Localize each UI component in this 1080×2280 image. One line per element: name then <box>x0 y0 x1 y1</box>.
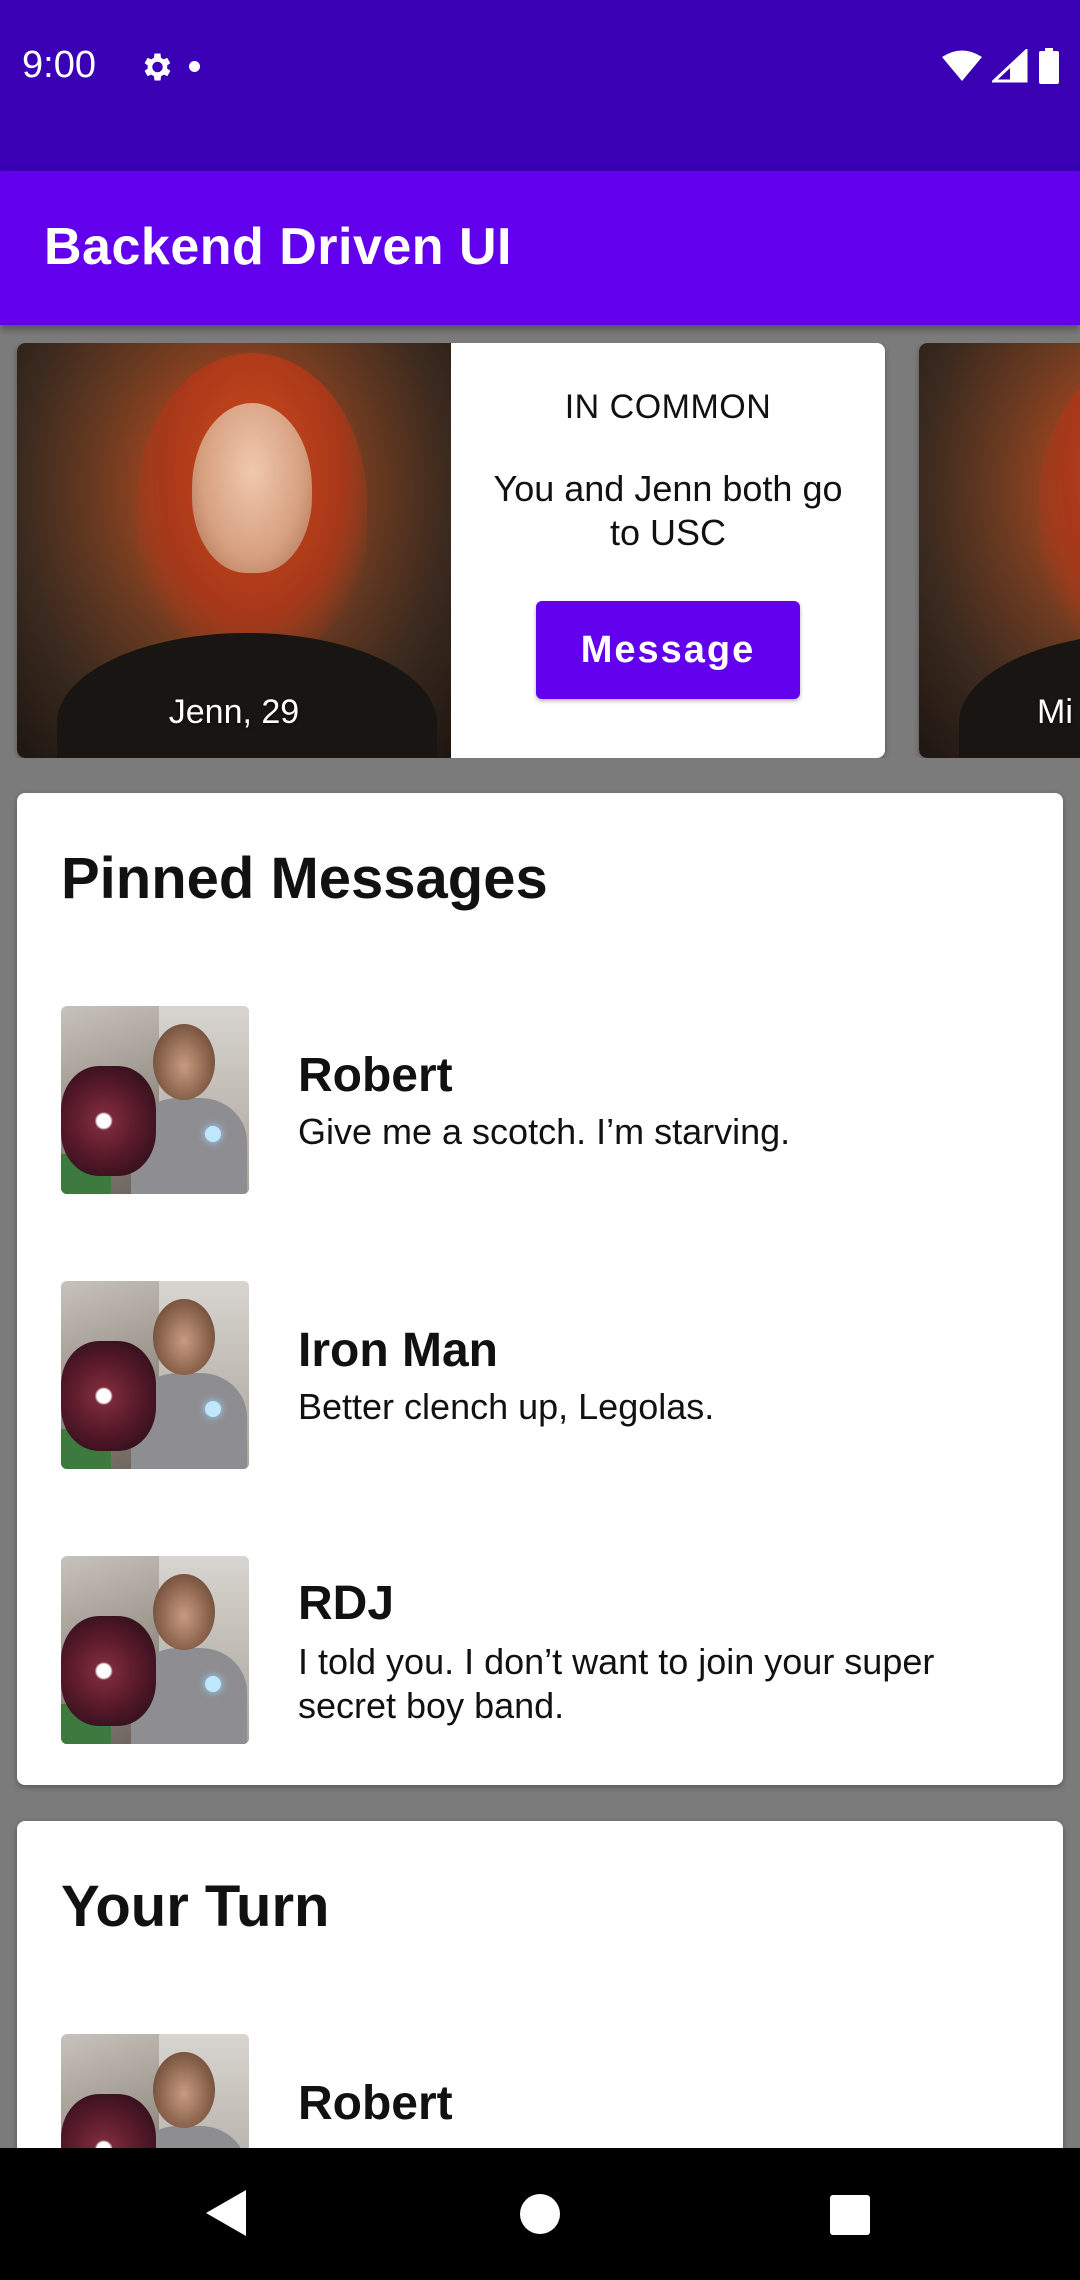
message-sender: Iron Man <box>298 1324 498 1377</box>
message-text: Give me a scotch. I’m starving. <box>298 1111 791 1152</box>
in-common-text: You and Jenn both go to USC <box>493 468 843 553</box>
message-sender: RDJ <box>298 1577 395 1630</box>
avatar <box>61 1006 249 1194</box>
recents-icon[interactable] <box>829 2194 871 2236</box>
notification-dot-icon <box>189 61 200 72</box>
profile-name-age: Mi <box>1037 693 1073 731</box>
list-item[interactable]: Robert Give me a scotch. I’m starving. <box>61 1006 1021 1194</box>
message-text: Better clench up, Legolas. <box>298 1386 715 1427</box>
message-sender: Robert <box>298 1049 453 1102</box>
section-title: Pinned Messages <box>61 846 548 911</box>
profile-photo[interactable]: Mi <box>919 343 1080 758</box>
list-item[interactable]: Iron Man Better clench up, Legolas. <box>61 1281 1021 1469</box>
profile-photo[interactable]: Jenn, 29 <box>17 343 451 758</box>
cell-signal-icon <box>992 49 1028 83</box>
status-bar: 9:00 <box>0 0 1080 171</box>
message-text: I told you. I don’t want to join your su… <box>298 1641 935 1726</box>
back-icon[interactable] <box>204 2188 248 2238</box>
match-carousel[interactable]: Jenn, 29 IN COMMON You and Jenn both go … <box>0 343 1080 758</box>
app-title: Backend Driven UI <box>44 218 512 276</box>
in-common-panel: IN COMMON You and Jenn both go to USC Me… <box>451 343 885 758</box>
battery-icon <box>1039 48 1059 84</box>
settings-gear-icon <box>144 53 171 81</box>
section-title: Your Turn <box>61 1874 330 1939</box>
match-card[interactable]: Jenn, 29 IN COMMON You and Jenn both go … <box>17 343 885 758</box>
profile-name-age: Jenn, 29 <box>168 693 300 731</box>
app-bar: Backend Driven UI <box>0 171 1080 325</box>
wifi-icon <box>942 50 982 81</box>
status-time: 9:00 <box>22 44 96 86</box>
navigation-bar <box>0 2148 1080 2280</box>
match-card-next[interactable]: Mi <box>919 343 1080 758</box>
pinned-messages-card: Pinned Messages Robert Give me a scotch.… <box>17 793 1063 1785</box>
list-item[interactable]: RDJ I told you. I don’t want to join you… <box>61 1556 1021 1744</box>
message-sender: Robert <box>298 2077 453 2130</box>
in-common-title: IN COMMON <box>564 388 772 426</box>
home-icon[interactable] <box>518 2192 562 2236</box>
message-button[interactable]: Message <box>536 601 800 699</box>
avatar <box>61 1281 249 1469</box>
avatar <box>61 1556 249 1744</box>
